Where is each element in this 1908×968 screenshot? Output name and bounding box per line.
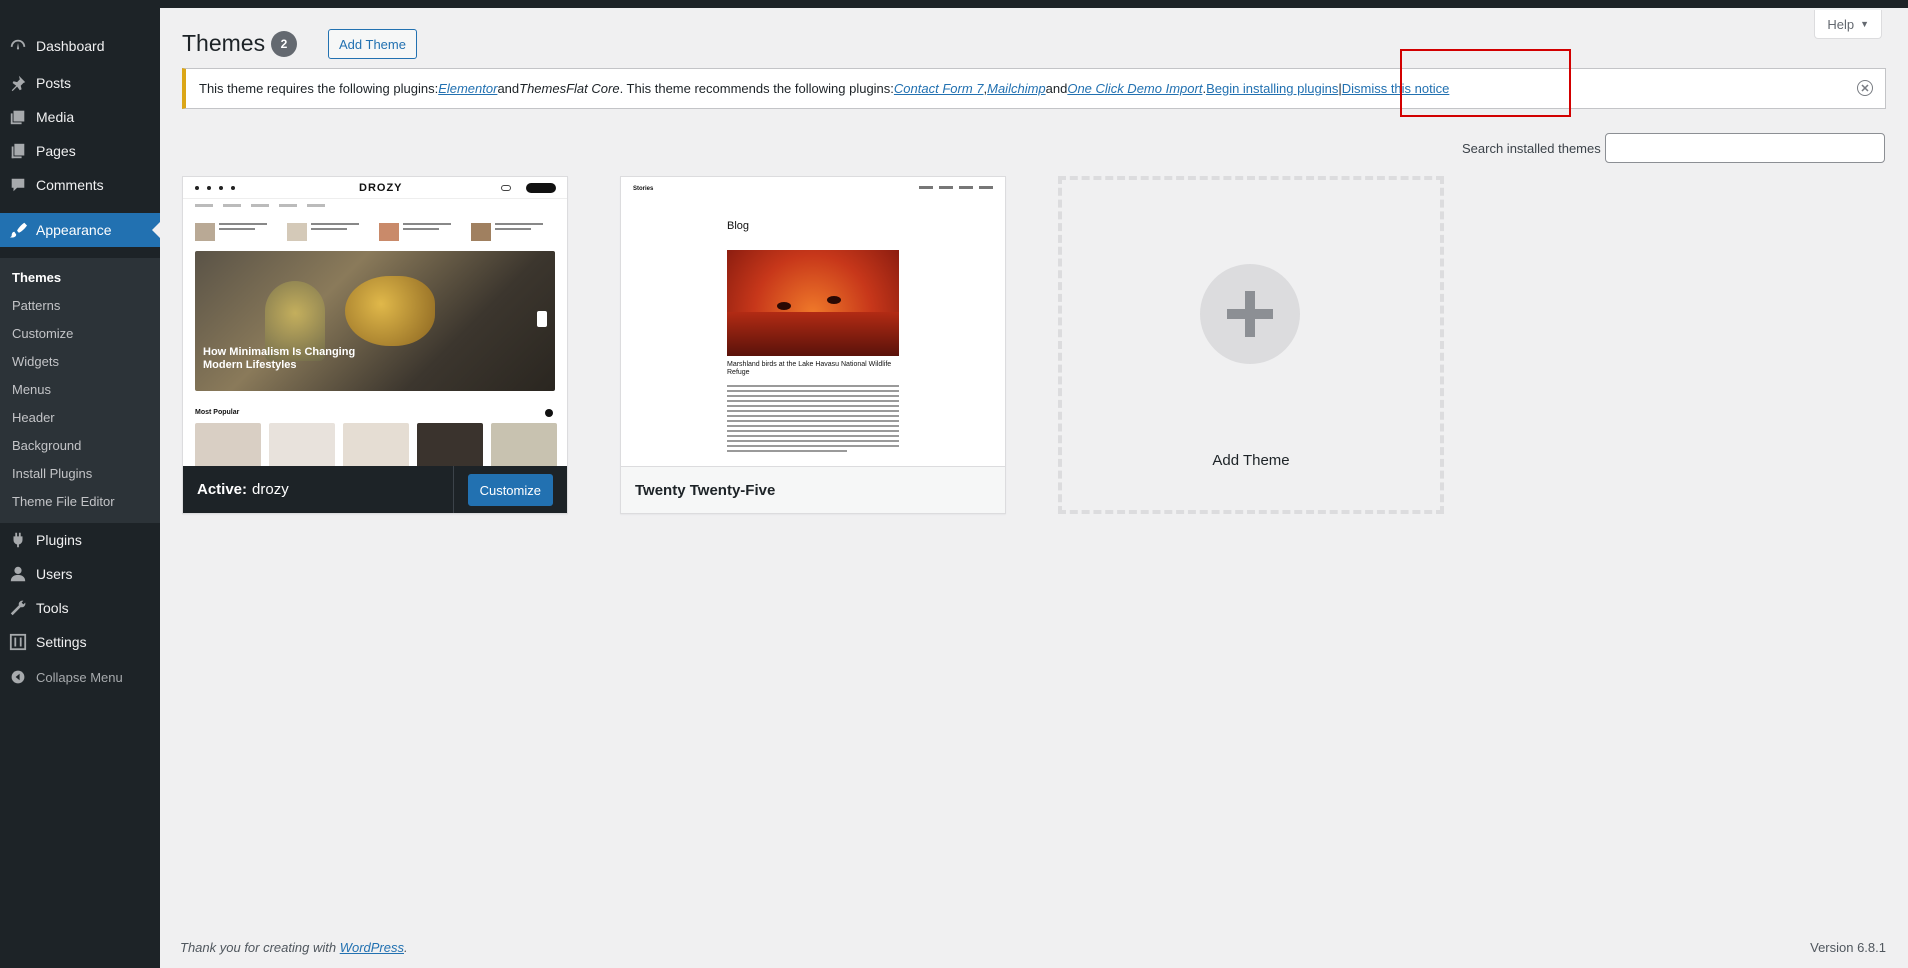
plus-icon xyxy=(1200,264,1300,364)
help-tab-button[interactable]: Help ▼ xyxy=(1814,10,1882,39)
sidebar-item-media[interactable]: Media xyxy=(0,100,160,134)
sidebar-item-users[interactable]: Users xyxy=(0,557,160,591)
submenu-menus[interactable]: Menus xyxy=(12,382,51,397)
sidebar-item-label: Comments xyxy=(36,177,104,193)
sidebar-item-label: Settings xyxy=(36,634,87,650)
paintbrush-icon xyxy=(0,221,36,239)
submenu-background[interactable]: Background xyxy=(12,438,81,453)
drozy-most-popular: Most Popular xyxy=(195,409,240,416)
submenu-header[interactable]: Header xyxy=(12,410,55,425)
search-themes-label: Search installed themes xyxy=(1462,141,1601,156)
active-theme-footer: Active: drozy Customize xyxy=(183,466,567,513)
sidebar-item-label: Appearance xyxy=(36,222,112,238)
notice-text: and xyxy=(1045,81,1068,96)
sidebar-item-pages[interactable]: Pages xyxy=(0,134,160,168)
sidebar-item-label: Media xyxy=(36,109,75,125)
sidebar-item-tools[interactable]: Tools xyxy=(0,591,160,625)
caret-down-icon: ▼ xyxy=(1860,19,1869,29)
sidebar-item-label: Tools xyxy=(36,600,69,616)
wordpress-link[interactable]: WordPress xyxy=(340,940,404,955)
search-themes-input[interactable] xyxy=(1605,133,1885,163)
active-prefix: Active: xyxy=(197,481,248,498)
user-icon xyxy=(0,565,36,583)
pages-icon xyxy=(0,142,36,160)
theme-card-drozy[interactable]: DROZY How Minimalism Is Changing Modern … xyxy=(182,176,568,514)
page-title: Themes xyxy=(182,30,266,56)
admin-sidebar: Dashboard Posts Media Pages Comments App… xyxy=(0,8,160,968)
submenu-themes[interactable]: Themes xyxy=(12,270,61,285)
mailchimp-link[interactable]: Mailchimp xyxy=(987,81,1046,96)
sidebar-item-settings[interactable]: Settings xyxy=(0,625,160,659)
required-plugins-notice: This theme requires the following plugin… xyxy=(182,68,1886,109)
pushpin-icon xyxy=(0,74,36,92)
notice-text: and xyxy=(497,81,520,96)
tt5-site-title: Stories xyxy=(633,186,654,192)
add-theme-label: Add Theme xyxy=(1212,452,1290,469)
footer-version: Version 6.8.1 xyxy=(1810,940,1886,955)
comment-icon xyxy=(0,176,36,194)
active-theme-name: drozy xyxy=(252,481,289,498)
dashboard-icon xyxy=(0,37,36,55)
add-theme-button[interactable]: Add Theme xyxy=(328,29,417,59)
sidebar-item-appearance[interactable]: Appearance xyxy=(0,213,160,247)
settings-icon xyxy=(0,633,36,651)
drozy-logo: DROZY xyxy=(359,182,403,194)
collapse-menu-button[interactable]: Collapse Menu xyxy=(0,660,160,694)
sidebar-item-label: Dashboard xyxy=(36,38,105,54)
admin-bar xyxy=(0,0,1908,8)
submenu-customize[interactable]: Customize xyxy=(12,326,73,341)
appearance-submenu: Themes Patterns Customize Widgets Menus … xyxy=(0,258,160,523)
submenu-theme-file-editor[interactable]: Theme File Editor xyxy=(12,494,115,509)
footer-thanks: Thank you for creating with WordPress. xyxy=(180,940,408,955)
theme-screenshot-twenty-twenty-five: Stories Blog Marshland birds at the Lake… xyxy=(621,177,1005,466)
theme-screenshot-drozy: DROZY How Minimalism Is Changing Modern … xyxy=(183,177,567,466)
sidebar-item-label: Users xyxy=(36,566,73,582)
collapse-menu-label: Collapse Menu xyxy=(36,669,123,685)
theme-name: Twenty Twenty-Five xyxy=(621,466,1005,513)
sidebar-item-label: Plugins xyxy=(36,532,82,548)
contact-form-7-link[interactable]: Contact Form 7 xyxy=(894,81,984,96)
wrench-icon xyxy=(0,599,36,617)
tt5-featured-image xyxy=(727,250,899,356)
sidebar-item-posts[interactable]: Posts xyxy=(0,66,160,100)
submenu-patterns[interactable]: Patterns xyxy=(12,298,60,313)
sidebar-item-label: Posts xyxy=(36,75,72,91)
collapse-icon xyxy=(0,669,36,685)
themesflat-core-name: ThemesFlat Core xyxy=(519,81,620,96)
customize-button[interactable]: Customize xyxy=(467,474,553,506)
notice-text: This theme requires the following plugin… xyxy=(199,81,439,96)
dismiss-notice-icon[interactable]: ✕ xyxy=(1857,80,1873,96)
main-content: Themes 2 Add Theme Help ▼ This theme req… xyxy=(160,8,1908,968)
begin-installing-plugins-link[interactable]: Begin installing plugins xyxy=(1206,81,1338,96)
sidebar-item-label: Pages xyxy=(36,143,76,159)
sidebar-item-plugins[interactable]: Plugins xyxy=(0,523,160,557)
tt5-blog-heading: Blog xyxy=(727,220,750,232)
help-label: Help xyxy=(1827,16,1855,32)
theme-card-twenty-twenty-five[interactable]: Stories Blog Marshland birds at the Lake… xyxy=(620,176,1006,514)
drozy-hero-image: How Minimalism Is Changing Modern Lifest… xyxy=(195,251,555,391)
media-icon xyxy=(0,108,36,126)
notice-text: . This theme recommends the following pl… xyxy=(619,81,894,96)
elementor-link[interactable]: Elementor xyxy=(438,81,497,96)
sidebar-item-comments[interactable]: Comments xyxy=(0,168,160,202)
drozy-hero-title: How Minimalism Is Changing Modern Lifest… xyxy=(203,346,356,371)
sidebar-item-dashboard[interactable]: Dashboard xyxy=(0,29,160,63)
add-new-theme-card[interactable]: Add Theme xyxy=(1058,176,1444,514)
plugin-icon xyxy=(0,531,36,549)
theme-count-badge: 2 xyxy=(271,31,297,57)
one-click-demo-import-link[interactable]: One Click Demo Import xyxy=(1067,81,1202,96)
submenu-widgets[interactable]: Widgets xyxy=(12,354,59,369)
submenu-install-plugins[interactable]: Install Plugins xyxy=(12,466,92,481)
dismiss-notice-link[interactable]: Dismiss this notice xyxy=(1342,81,1450,96)
tt5-caption: Marshland birds at the Lake Havasu Natio… xyxy=(727,361,892,376)
